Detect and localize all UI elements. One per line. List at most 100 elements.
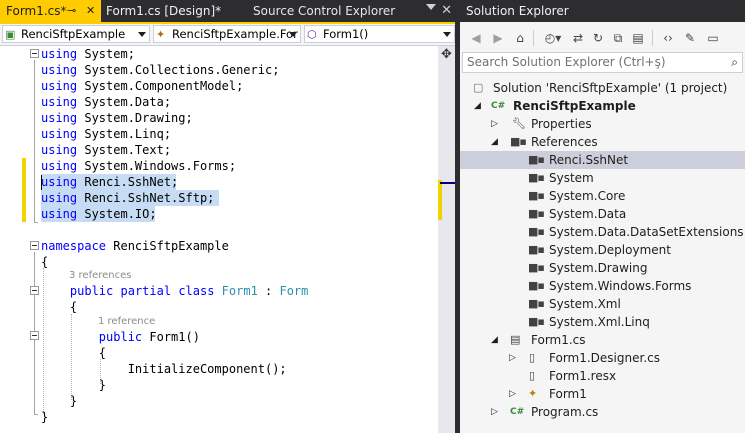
collapse-icon[interactable] [30,241,39,250]
code-text: InitializeComponent(); [41,362,287,376]
outline-line [34,60,35,223]
expanded-icon[interactable]: ◢ [491,133,498,151]
resource-file-icon: ▯ [529,369,536,382]
history-icon[interactable]: ◴▾ [540,29,566,47]
home-icon[interactable]: ⌂ [512,29,528,47]
tree-node[interactable]: ▯ Form1.resx [460,367,745,385]
solution-explorer-toolbar: ◀ ▶ ⌂ ◴▾ ⇄ ↻ ⧉ ▤ ‹› ✎ ▭ [460,26,745,50]
vertical-scrollbar[interactable]: ✥ [438,46,455,433]
tree-node[interactable]: ■▪ System.Core [460,187,745,205]
project-dropdown[interactable]: ▣ RenciSftpExample [2,25,150,43]
search-icon[interactable]: ⌕ [731,53,738,72]
tab-label: Form1.cs* [6,4,67,18]
tree-node[interactable]: ◢ C# RenciSftpExample [460,97,745,115]
collapse-icon[interactable] [30,331,39,340]
tree-node[interactable]: ■▪ System [460,169,745,187]
code-text: { [41,300,78,314]
tab-source-control-explorer[interactable]: Source Control Explorer [253,0,413,22]
tree-node[interactable]: ▷ ✦ Form1 [460,385,745,403]
tab-overflow-icon[interactable] [426,4,436,10]
code-text-area[interactable]: using System; using System.Collections.G… [0,46,438,433]
reference-icon: ■▪ [528,189,545,202]
tree-node[interactable]: ◢ ▤ Form1.cs [460,331,745,349]
code-keyword: namespace [41,239,107,253]
code-keyword: public [69,284,114,298]
tree-node[interactable]: ■▪ System.Xml [460,295,745,313]
tree-node[interactable]: ■▪ System.Drawing [460,259,745,277]
code-line: } [41,393,77,409]
code-text: Renci.SshNet.Sftp; [77,191,215,205]
tree-node[interactable]: ■▪ System.Deployment [460,241,745,259]
split-window-icon[interactable]: ✥ [440,48,453,61]
csharp-file-icon: ▯ [529,351,536,364]
csharp-project-icon: C# [491,101,506,111]
expanded-icon[interactable]: ◢ [474,97,481,115]
forward-icon[interactable]: ▶ [490,29,506,47]
code-line: { [41,345,106,361]
tree-node[interactable]: ▢ Solution 'RenciSftpExample' (1 project… [460,79,745,97]
close-icon[interactable]: ✕ [441,0,452,22]
codelens-references[interactable]: 3 references [69,269,132,283]
tree-node[interactable]: ■▪ System.Data [460,205,745,223]
collapsed-icon[interactable]: ▷ [509,385,516,403]
collapse-icon[interactable] [30,49,39,58]
solution-tree[interactable]: ▢ Solution 'RenciSftpExample' (1 project… [460,76,745,433]
code-type-name: Form1 [221,284,258,298]
document-tab-strip: Form1.cs* ⊸ ✕ Form1.cs [Design]* Source … [0,0,458,22]
collapse-icon[interactable] [30,286,39,295]
tree-node[interactable]: ■▪ System.Xml.Linq [460,313,745,331]
code-text: { [41,255,49,269]
code-keyword: using [41,63,78,77]
collapsed-icon[interactable]: ▷ [491,115,498,133]
collapsed-icon[interactable]: ▷ [491,403,498,421]
tree-node[interactable]: ■▪ System.Data.DataSetExtensions [460,223,745,241]
code-keyword: using [41,79,78,93]
code-text: } [41,378,107,392]
code-keyword: using [41,207,78,221]
tree-node[interactable]: ◢ ■▪ References [460,133,745,151]
tree-node[interactable]: ▷ C# Program.cs [460,403,745,421]
reference-icon: ■▪ [528,261,545,274]
outline-line [34,222,38,223]
chevron-down-icon [289,32,297,37]
collapse-all-icon[interactable]: ⧉ [610,29,626,47]
code-line: using System.Collections.Generic; [41,62,279,78]
search-input[interactable]: Search Solution Explorer (Ctrl+ş) ⌕ [462,52,743,73]
tab-label: Source Control Explorer [253,4,396,18]
close-icon[interactable]: ✕ [86,0,95,22]
panel-title: Solution Explorer [460,0,745,22]
code-text: : [257,284,280,298]
code-text: System; [77,47,135,61]
code-text: System.ComponentModel; [77,79,244,93]
codelens-references[interactable]: 1 reference [98,315,155,329]
tree-node[interactable]: ▷ 🔧︎ Properties [460,115,745,133]
code-line: { [41,254,48,270]
wrench-icon: 🔧︎ [512,117,526,130]
code-line: using System.Linq; [41,126,171,142]
tab-form1-design[interactable]: Form1.cs [Design]* [106,0,246,22]
expanded-icon[interactable]: ◢ [491,331,498,349]
code-line: using System.Text; [41,142,171,158]
tree-node[interactable]: ▷ ▯ Form1.Designer.cs [460,349,745,367]
member-dropdown[interactable]: ⬡ Form1() [304,25,455,43]
show-all-files-icon[interactable]: ▤ [630,29,646,47]
view-code-icon[interactable]: ‹› [658,29,678,47]
tab-form1-cs[interactable]: Form1.cs* ⊸ ✕ [0,0,101,22]
preview-icon[interactable]: ▭ [704,29,722,47]
code-keyword: partial [120,284,172,298]
refresh-icon[interactable]: ↻ [590,29,606,47]
code-text: System.Windows.Forms; [77,159,237,173]
code-text: Renci.SshNet; [77,175,179,189]
pin-icon[interactable]: ⊸ [67,0,76,22]
type-dropdown[interactable]: ✦ RenciSftpExample.For [153,25,301,43]
collapsed-icon[interactable]: ▷ [509,349,516,367]
tree-node[interactable]: ■▪ System.Windows.Forms [460,277,745,295]
csharp-file-icon: C# [510,407,525,417]
tree-node[interactable]: ■▪ Renci.SshNet [460,151,745,169]
wrench-icon[interactable]: ✎ [682,29,698,47]
sync-icon[interactable]: ⇄ [570,29,586,47]
code-line: using System.Data; [41,94,171,110]
back-icon[interactable]: ◀ [468,29,484,47]
